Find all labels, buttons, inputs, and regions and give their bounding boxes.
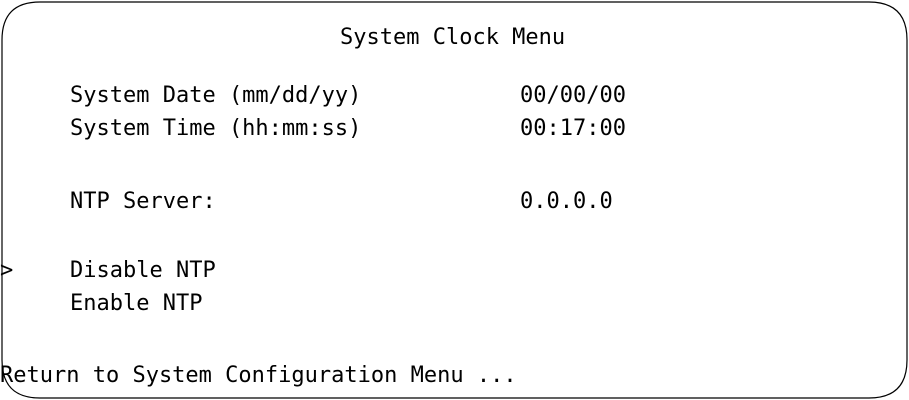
menu-option-disable-ntp[interactable]: Disable NTP — [70, 258, 216, 284]
menu-option-enable-ntp[interactable]: Enable NTP — [70, 291, 202, 317]
ntp-server-label: NTP Server: — [70, 189, 216, 214]
system-date-value[interactable]: 00/00/00 — [520, 83, 626, 109]
system-time-value[interactable]: 00:17:00 — [520, 116, 626, 142]
ntp-server-value[interactable]: 0.0.0.0 — [520, 189, 613, 215]
system-date-label: System Date (mm/dd/yy) — [70, 83, 362, 108]
menu-option-return[interactable]: Return to System Configuration Menu ... — [0, 363, 517, 389]
selection-cursor: > — [0, 258, 14, 283]
menu-title: System Clock Menu — [340, 25, 566, 50]
system-time-label: System Time (hh:mm:ss) — [70, 116, 362, 141]
